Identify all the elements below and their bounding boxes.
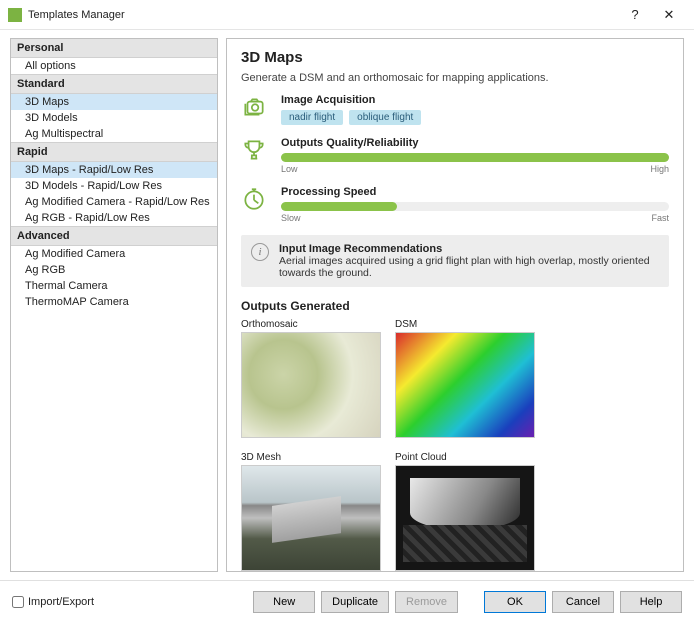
acquisition-tag: oblique flight [349,110,421,125]
ok-button[interactable]: OK [484,591,546,613]
output-thumbnail [395,332,535,438]
quality-high-label: High [650,164,669,174]
output-item: Orthomosaic [241,319,381,438]
sidebar-category: Advanced [11,226,217,246]
templates-sidebar: PersonalAll optionsStandard3D Maps3D Mod… [10,38,218,572]
sidebar-item[interactable]: 3D Maps - Rapid/Low Res [11,162,217,178]
sidebar-item[interactable]: Ag Multispectral [11,126,217,142]
speed-low-label: Slow [281,213,301,223]
template-description: Generate a DSM and an orthomosaic for ma… [241,72,669,84]
input-recommendations-box: i Input Image Recommendations Aerial ima… [241,235,669,287]
quality-bar [281,153,669,162]
remove-button[interactable]: Remove [395,591,458,613]
sidebar-category: Personal [11,39,217,58]
window-title: Templates Manager [28,9,125,21]
app-icon [8,8,22,22]
output-item: Point Cloud [395,452,535,571]
info-text: Aerial images acquired using a grid flig… [279,255,659,279]
output-label: DSM [395,319,535,330]
cancel-button[interactable]: Cancel [552,591,614,613]
quality-label: Outputs Quality/Reliability [281,137,669,149]
outputs-heading: Outputs Generated [241,299,669,313]
output-item: DSM [395,319,535,438]
sidebar-item[interactable]: Ag Modified Camera - Rapid/Low Res [11,194,217,210]
sidebar-category: Rapid [11,142,217,162]
output-thumbnail [395,465,535,571]
sidebar-item[interactable]: Ag RGB - Rapid/Low Res [11,210,217,226]
import-export-checkbox[interactable]: Import/Export [12,596,94,608]
output-thumbnail [241,332,381,438]
output-thumbnail [241,465,381,571]
quality-icon [241,137,269,165]
acquisition-tag: nadir flight [281,110,343,125]
info-title: Input Image Recommendations [279,243,659,255]
speed-icon [241,186,269,214]
output-label: Point Cloud [395,452,535,463]
sidebar-item[interactable]: Ag RGB [11,262,217,278]
sidebar-item[interactable]: 3D Models [11,110,217,126]
close-button[interactable]: ✕ [652,0,686,30]
duplicate-button[interactable]: Duplicate [321,591,389,613]
output-label: 3D Mesh [241,452,381,463]
speed-label: Processing Speed [281,186,669,198]
output-label: Orthomosaic [241,319,381,330]
titlebar-help-button[interactable]: ? [618,0,652,30]
sidebar-item[interactable]: Thermal Camera [11,278,217,294]
sidebar-category: Standard [11,74,217,94]
acquisition-label: Image Acquisition [281,94,669,106]
sidebar-item[interactable]: 3D Models - Rapid/Low Res [11,178,217,194]
image-acquisition-icon [241,94,269,122]
quality-low-label: Low [281,164,298,174]
sidebar-item[interactable]: All options [11,58,217,74]
sidebar-item[interactable]: Ag Modified Camera [11,246,217,262]
speed-high-label: Fast [651,213,669,223]
template-details: 3D Maps Generate a DSM and an orthomosai… [226,38,684,572]
new-button[interactable]: New [253,591,315,613]
sidebar-item[interactable]: 3D Maps [11,94,217,110]
template-title: 3D Maps [241,49,669,66]
speed-bar [281,202,669,211]
info-icon: i [251,243,269,261]
sidebar-item[interactable]: ThermoMAP Camera [11,294,217,310]
output-item: 3D Mesh [241,452,381,571]
help-button[interactable]: Help [620,591,682,613]
